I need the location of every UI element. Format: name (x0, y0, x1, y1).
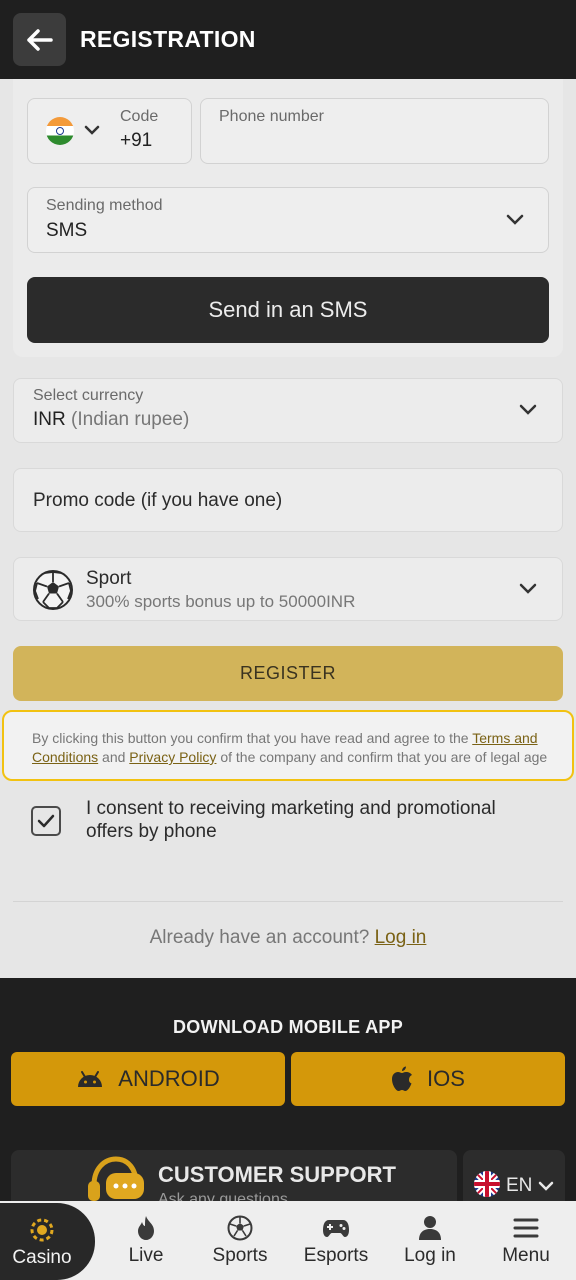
phone-card: Code +91 Phone number Sending method SMS… (13, 79, 563, 357)
nav-esports-label: Esports (303, 1245, 369, 1266)
sending-method-value: SMS (46, 220, 88, 241)
nav-live[interactable]: Live (106, 1201, 186, 1280)
ios-download-button[interactable]: IOS (291, 1052, 565, 1106)
bonus-subtitle: 300% sports bonus up to 50000INR (86, 592, 356, 611)
currency-label: Select currency (33, 387, 144, 404)
login-prompt-text: Already have an account? (149, 927, 375, 948)
chevron-down-icon (519, 583, 537, 594)
consent-checkbox[interactable] (31, 806, 61, 836)
page-title: REGISTRATION (80, 26, 256, 52)
bonus-select[interactable]: Sport 300% sports bonus up to 50000INR (13, 557, 563, 621)
android-download-button[interactable]: ANDROID (11, 1052, 285, 1106)
terms-notice: By clicking this button you confirm that… (2, 710, 574, 781)
ios-label: IOS (427, 1066, 465, 1091)
arrow-left-icon (26, 28, 53, 51)
phone-number-input[interactable]: Phone number (200, 98, 549, 164)
chevron-down-icon (506, 214, 524, 225)
send-sms-button[interactable]: Send in an SMS (27, 277, 549, 343)
currency-name: (Indian rupee) (71, 409, 190, 430)
chevron-down-icon (84, 125, 100, 135)
nav-login-label: Log in (404, 1245, 456, 1266)
nav-esports[interactable]: Esports (296, 1201, 376, 1280)
nav-menu-label: Menu (502, 1245, 550, 1266)
checkmark-icon (37, 814, 55, 828)
nav-sports-label: Sports (212, 1245, 268, 1266)
uk-flag-icon (474, 1171, 500, 1197)
chevron-down-icon (519, 404, 537, 415)
sending-method-select[interactable]: Sending method SMS (27, 187, 549, 253)
nav-casino[interactable]: Casino (0, 1203, 84, 1280)
code-value: +91 (120, 130, 153, 151)
currency-code: INR (33, 409, 66, 430)
nav-casino-label: Casino (12, 1247, 72, 1268)
currency-select[interactable]: Select currency INR (Indian rupee) (13, 378, 563, 443)
user-icon (419, 1216, 441, 1240)
login-prompt: Already have an account? Log in (0, 927, 576, 949)
fire-icon (138, 1216, 154, 1240)
top-bar: REGISTRATION (0, 0, 576, 79)
language-code: EN (506, 1175, 533, 1196)
support-title: CUSTOMER SUPPORT (158, 1162, 396, 1187)
registration-form: Code +91 Phone number Sending method SMS… (0, 79, 576, 978)
customer-support-banner[interactable]: CUSTOMER SUPPORT Ask any questions (11, 1150, 457, 1202)
code-label: Code (120, 108, 159, 125)
language-select[interactable]: EN (463, 1150, 565, 1202)
headset-chat-icon (88, 1156, 144, 1201)
promo-code-placeholder: Promo code (if you have one) (33, 490, 283, 511)
nav-sports[interactable]: Sports (200, 1201, 280, 1280)
nav-login[interactable]: Log in (390, 1201, 470, 1280)
android-icon (78, 1071, 103, 1087)
country-code-select[interactable]: Code +91 (27, 98, 192, 164)
terms-text: By clicking this button you confirm that… (32, 730, 473, 746)
gamepad-icon (323, 1220, 349, 1237)
hamburger-menu-icon (513, 1218, 539, 1238)
privacy-policy-link[interactable]: Privacy Policy (129, 749, 216, 765)
android-label: ANDROID (118, 1066, 220, 1091)
phone-number-placeholder: Phone number (219, 108, 324, 125)
currency-value: INR (Indian rupee) (33, 409, 189, 431)
soccer-ball-icon (227, 1215, 253, 1241)
chevron-down-icon (538, 1181, 554, 1191)
soccer-ball-icon (33, 570, 73, 610)
apple-icon (392, 1066, 413, 1091)
india-flag-icon (46, 117, 74, 145)
casino-chip-icon (30, 1218, 54, 1242)
nav-menu[interactable]: Menu (486, 1201, 566, 1280)
terms-text: of the company and confirm that you are … (216, 749, 548, 765)
login-link[interactable]: Log in (375, 927, 427, 948)
download-app-title: DOWNLOAD MOBILE APP (172, 1017, 404, 1037)
bonus-title: Sport (86, 568, 132, 589)
promo-code-input[interactable]: Promo code (if you have one) (13, 468, 563, 532)
terms-text: and (98, 749, 130, 765)
divider (13, 901, 563, 902)
sending-method-label: Sending method (46, 197, 163, 214)
nav-live-label: Live (128, 1245, 164, 1266)
register-button[interactable]: REGISTER (13, 646, 563, 701)
back-button[interactable] (13, 13, 66, 66)
consent-label: I consent to receiving marketing and pro… (86, 798, 496, 842)
